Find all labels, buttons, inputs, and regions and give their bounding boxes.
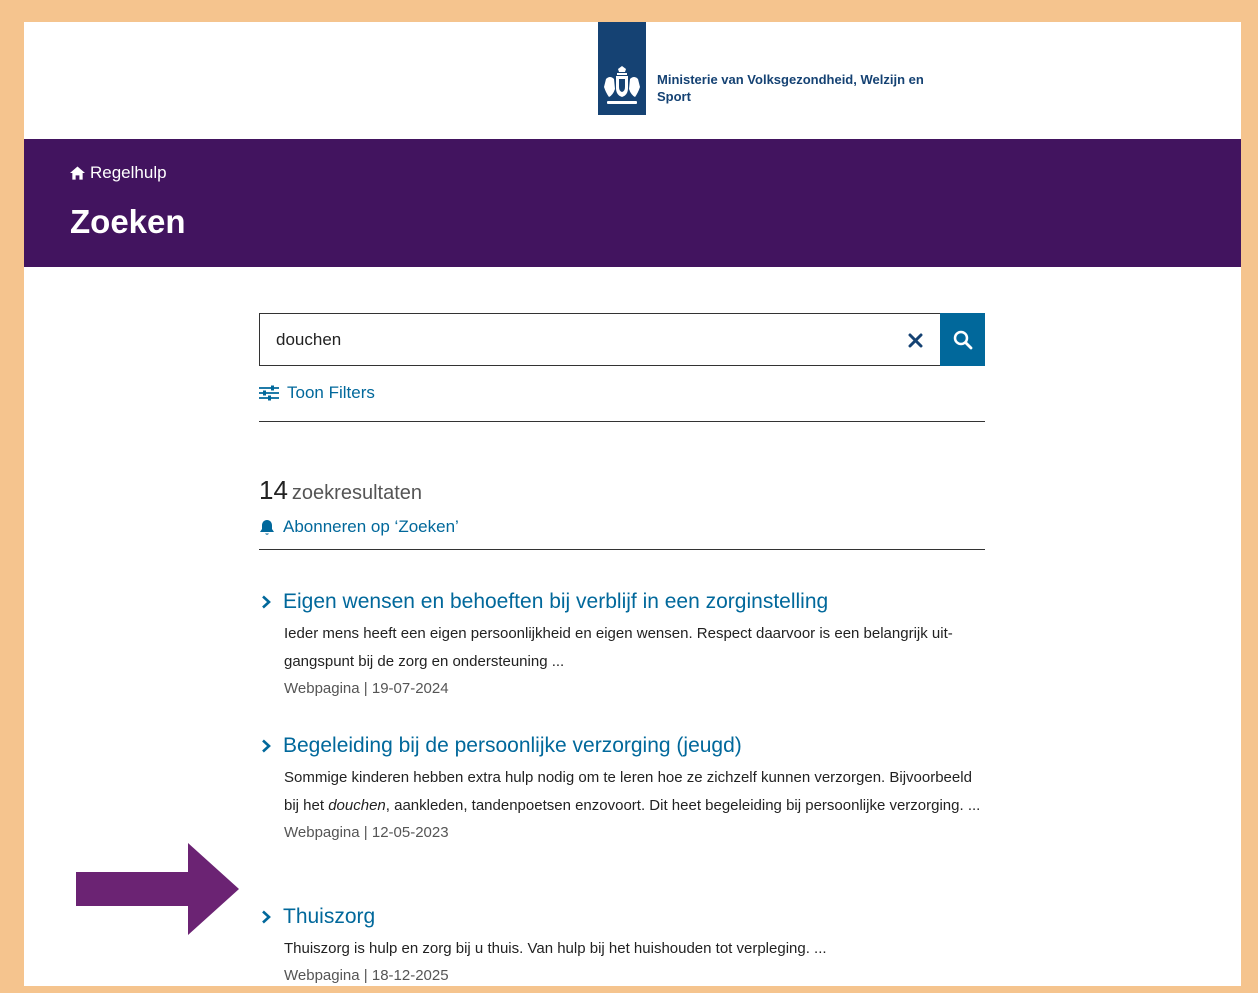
result-meta: Webpagina | 18-12-2025 [284,967,449,984]
search-result-item: Eigen wensen en behoeften bij verblijf i… [259,590,985,700]
divider [259,549,985,550]
chevron-right-icon [262,910,271,924]
subscribe-link[interactable]: Abonneren op ‘Zoeken’ [259,517,459,537]
government-logo[interactable] [598,22,646,115]
toggle-filters-button[interactable]: Toon Filters [259,383,375,403]
government-header: Ministerie van Volksgezondheid, Welzijn … [24,22,1241,139]
search-input[interactable] [259,313,940,366]
filter-sliders-icon [259,385,279,401]
result-title: Begeleiding bij de persoonlijke verzorgi… [283,734,742,757]
search-content: Toon Filters 14 zoekresultaten Abonneren… [259,313,985,984]
search-term-highlight: douchen [328,797,386,814]
breadcrumb-label: Regelhulp [90,163,167,182]
chevron-right-icon [262,739,271,753]
page: Ministerie van Volksgezondheid, Welzijn … [24,22,1241,986]
page-title: Zoeken [70,203,186,240]
breadcrumb-home-link[interactable]: Regelhulp [70,163,167,183]
result-description: Thuiszorg is hulp en zorg bij u thuis. V… [284,940,827,957]
result-title: Eigen wensen en behoeften bij verblijf i… [283,590,829,613]
subscribe-label: Abonneren op ‘Zoeken’ [283,517,459,536]
search-result-item: Begeleiding bij de persoonlijke verzorgi… [259,734,985,844]
result-title-link[interactable]: Begeleiding bij de persoonlijke verzorgi… [259,734,985,758]
page-banner: Regelhulp Zoeken [24,139,1241,267]
toggle-filters-label: Toon Filters [287,383,375,402]
search-bar [259,313,985,366]
result-meta: Webpagina | 12-05-2023 [284,824,449,841]
result-description: Ieder mens heeft een eigen persoonlijkhe… [284,625,953,670]
search-result-item: Thuiszorg Thuiszorg is hulp en zorg bij … [259,905,985,986]
result-count: 14 zoekresultaten [259,475,422,506]
result-title-link[interactable]: Eigen wensen en behoeften bij verblijf i… [259,590,985,614]
annotation-arrow-icon [76,843,239,935]
result-title: Thuiszorg [283,905,376,928]
coat-of-arms-icon [604,66,640,104]
bell-icon [260,519,274,535]
result-title-link[interactable]: Thuiszorg [259,905,985,929]
home-icon [70,166,85,180]
divider [259,421,985,422]
close-icon [908,333,922,347]
ministry-name: Ministerie van Volksgezondheid, Welzijn … [657,72,924,104]
result-description: Sommige kinderen hebben extra hulp nodig… [284,764,984,820]
clear-search-button[interactable] [897,322,933,358]
result-meta: Webpagina | 19-07-2024 [284,680,449,697]
result-description-text: , aankleden, tandenpoetsen enzovoort. Di… [385,797,981,814]
result-count-label: zoekresultaten [291,482,422,504]
chevron-right-icon [262,595,271,609]
result-count-number: 14 [259,475,288,505]
search-button[interactable] [940,313,985,366]
search-icon [953,330,972,349]
